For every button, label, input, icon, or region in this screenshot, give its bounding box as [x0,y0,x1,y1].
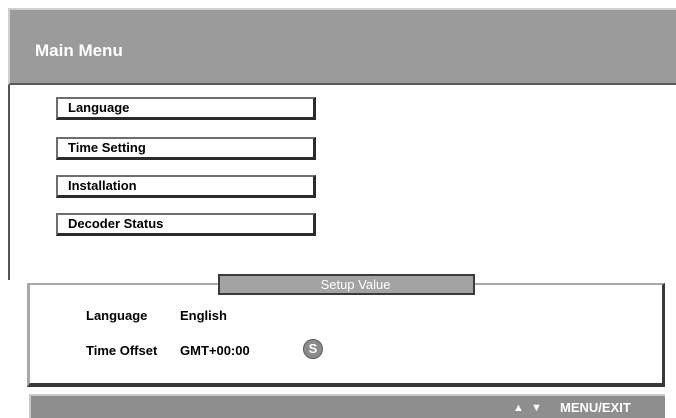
time-offset-label: Time Offset [86,343,158,358]
footer-bar: ▲ ▼ MENU/EXIT [29,394,665,418]
language-label: Language [86,308,148,323]
setup-value-header: Setup Value [218,274,475,295]
language-value: English [180,308,227,323]
menu-exit-hint: MENU/EXIT [560,400,631,415]
menu-item-installation[interactable]: Installation [56,175,316,198]
time-offset-value: GMT+00:00 [180,343,250,358]
page-title: Main Menu [35,41,123,60]
title-bar: Main Menu [8,8,676,85]
setup-value-panel [27,283,665,387]
up-down-arrows-icon: ▲ ▼ [513,402,544,414]
menu-item-time-setting[interactable]: Time Setting [56,137,316,160]
s-badge-icon[interactable]: S [303,339,323,359]
left-divider [8,85,10,280]
menu-item-language[interactable]: Language [56,97,316,120]
menu-item-decoder-status[interactable]: Decoder Status [56,213,316,236]
